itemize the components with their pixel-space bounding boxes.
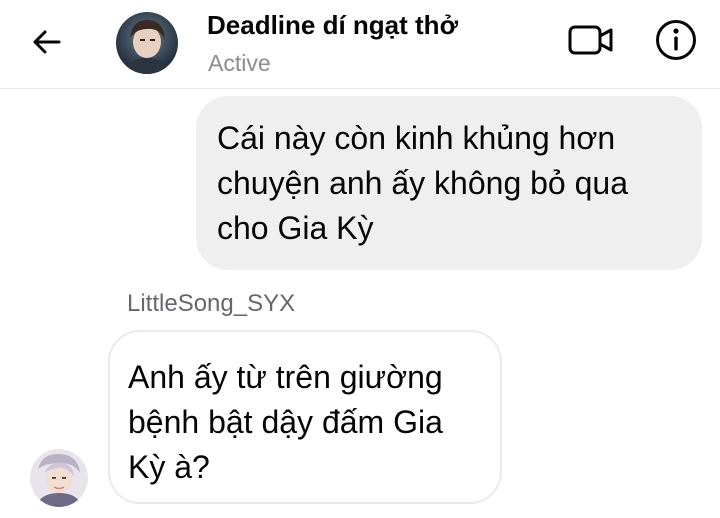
chat-screen: Deadline dí ngạt thở Active Cái này còn … <box>0 0 720 518</box>
outgoing-message-bubble[interactable]: Cái này còn kinh khủng hơn chuyện anh ấy… <box>196 96 702 270</box>
back-arrow-icon <box>33 30 61 54</box>
avatar-image <box>30 449 88 507</box>
conversation-title[interactable]: Deadline dí ngạt thở <box>207 10 458 41</box>
info-icon <box>656 20 696 60</box>
info-button[interactable] <box>652 16 700 64</box>
avatar-image <box>116 12 178 74</box>
message-line: cho Gia Kỳ <box>217 210 374 246</box>
contact-avatar[interactable] <box>116 12 178 74</box>
back-button[interactable] <box>24 22 68 62</box>
message-line: Kỳ à? <box>128 449 210 485</box>
video-call-button[interactable] <box>566 20 616 60</box>
message-line: Cái này còn kinh khủng hơn <box>217 120 616 156</box>
message-line: Anh ấy từ trên giường <box>128 359 443 395</box>
incoming-message-bubble[interactable]: Anh ấy từ trên giường bệnh bật dậy đấm G… <box>108 330 502 504</box>
video-call-icon <box>568 25 613 55</box>
message-line: bệnh bật dậy đấm Gia <box>128 404 443 440</box>
chat-header: Deadline dí ngạt thở Active <box>0 0 720 89</box>
active-status: Active <box>208 50 271 76</box>
sender-name: LittleSong_SYX <box>127 290 296 317</box>
message-line: chuyện anh ấy không bỏ qua <box>217 165 628 201</box>
sender-avatar[interactable] <box>30 449 88 507</box>
